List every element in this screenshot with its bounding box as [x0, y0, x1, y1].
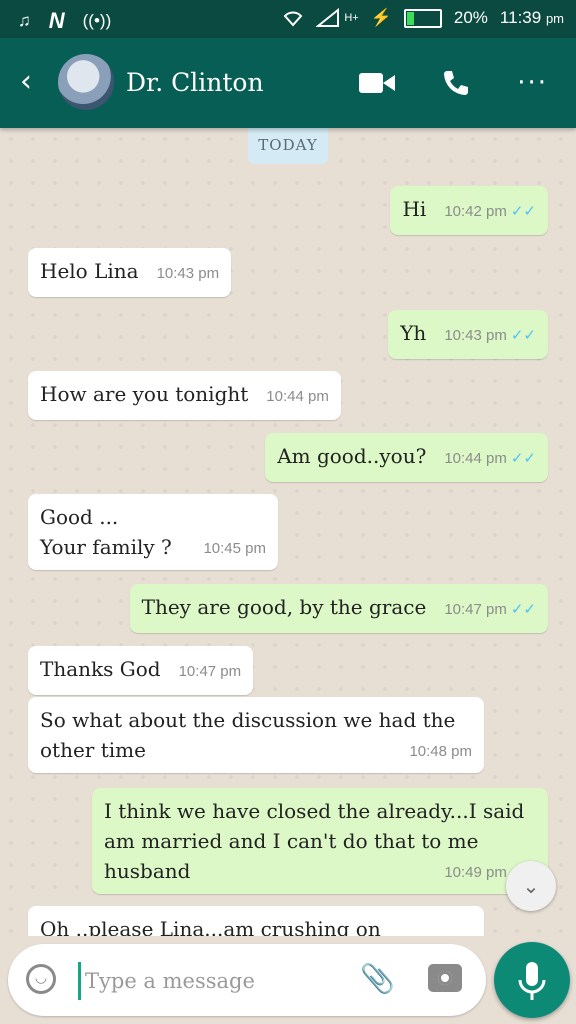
- message-bubble-incoming[interactable]: Good ... Your family ? 10:45 pm: [28, 494, 278, 570]
- message-bubble-incoming[interactable]: How are you tonight 10:44 pm: [28, 371, 341, 420]
- double-check-icon: ✓✓: [510, 326, 536, 344]
- message-bubble-outgoing[interactable]: They are good, by the grace 10:47 pm ✓✓: [129, 584, 548, 633]
- wifi-icon: [283, 11, 303, 27]
- contact-name[interactable]: Dr. Clinton: [126, 68, 264, 97]
- more-icon[interactable]: ···: [517, 68, 548, 98]
- double-check-icon: ✓✓: [510, 600, 536, 618]
- status-bar: ♫ N ((•)) H+ ⚡ 20% 11:39 pm: [0, 0, 576, 38]
- message-bubble-incoming[interactable]: Thanks God 10:47 pm: [28, 646, 254, 695]
- n-app-icon: N: [48, 8, 65, 33]
- message-bubble-incoming[interactable]: Helo Lina 10:43 pm: [28, 248, 232, 297]
- chat-header: ‹ Dr. Clinton ···: [0, 38, 576, 128]
- message-list[interactable]: TODAY Hi 10:42 pm ✓✓ Helo Lina 10:43 pm Yh 1…: [0, 128, 576, 936]
- message-input[interactable]: [78, 962, 357, 1000]
- signal-icon: [316, 8, 340, 27]
- network-type: H+: [344, 12, 359, 24]
- hotspot-icon: ((•)): [82, 11, 112, 30]
- chevron-down-icon[interactable]: ⌄: [506, 861, 556, 911]
- back-arrow-icon[interactable]: ‹: [20, 64, 32, 99]
- date-divider: TODAY: [248, 128, 328, 164]
- avatar[interactable]: [58, 54, 114, 110]
- composer: ◡ 📎: [8, 944, 486, 1016]
- message-bubble-outgoing[interactable]: Am good..you? 10:44 pm ✓✓: [265, 433, 548, 482]
- battery-percent: 20%: [453, 8, 488, 27]
- battery-icon: [403, 8, 442, 28]
- clock: 11:39 pm: [499, 8, 564, 27]
- double-check-icon: ✓✓: [510, 449, 536, 467]
- flash-icon: ⚡: [370, 8, 392, 27]
- attach-icon[interactable]: 📎: [360, 962, 395, 995]
- message-bubble-outgoing[interactable]: Hi 10:42 pm ✓✓: [390, 186, 548, 235]
- message-bubble-outgoing[interactable]: I think we have closed the already...I s…: [92, 788, 548, 894]
- message-bubble-incoming[interactable]: So what about the discussion we had the …: [28, 697, 484, 773]
- mic-button[interactable]: [494, 942, 570, 1018]
- camera-icon[interactable]: [428, 964, 462, 992]
- voice-call-icon[interactable]: [441, 68, 471, 98]
- double-check-icon: ✓✓: [510, 202, 536, 220]
- video-call-icon[interactable]: [359, 71, 396, 95]
- message-bubble-outgoing[interactable]: Yh 10:43 pm ✓✓: [388, 310, 548, 359]
- emoji-icon[interactable]: ◡: [26, 964, 56, 994]
- message-bubble-incoming[interactable]: Oh ..please Lina...am crushing on you...…: [28, 906, 484, 936]
- music-icon: ♫: [18, 11, 31, 30]
- mic-icon: [518, 962, 546, 1000]
